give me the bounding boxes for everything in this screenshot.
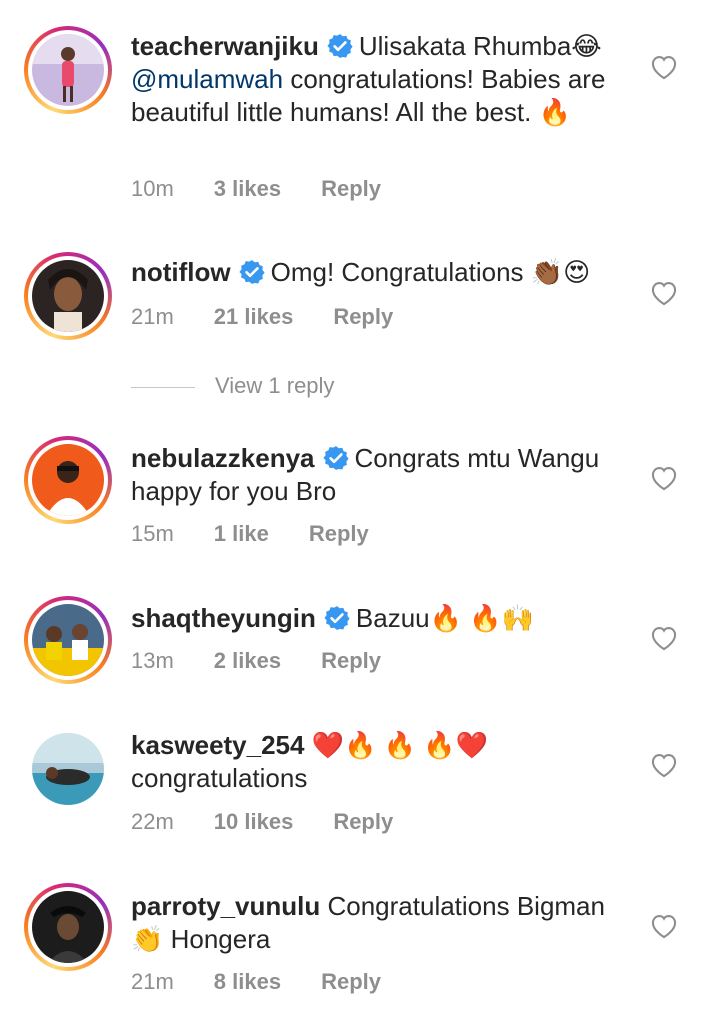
likes-count[interactable]: 1 like [214,521,269,547]
avatar [32,891,104,963]
view-replies-button[interactable]: View 1 reply [131,373,334,399]
comment-text: Ulisakata Rhumba😂 [358,31,602,61]
reply-button[interactable]: Reply [333,809,393,835]
avatar-story-ring[interactable] [24,26,112,114]
verified-badge-icon [322,445,349,471]
likes-count[interactable]: 3 likes [214,176,281,202]
avatar-story-ring[interactable] [24,883,112,971]
avatar-story-ring[interactable] [24,436,112,524]
comment-time: 15m [131,521,174,546]
username[interactable]: kasweety_254 [131,730,304,760]
reply-button[interactable]: Reply [309,521,369,547]
username[interactable]: notiflow [131,257,231,287]
likes-count[interactable]: 21 likes [214,304,294,330]
comment-time: 21m [131,304,174,329]
comment-time: 10m [131,176,174,201]
heart-icon[interactable] [650,625,678,651]
username[interactable]: shaqtheyungin [131,603,316,633]
heart-icon[interactable] [650,465,678,491]
avatar[interactable] [32,733,104,805]
avatar [32,260,104,332]
likes-count[interactable]: 10 likes [214,809,294,835]
avatar [32,604,104,676]
username[interactable]: teacherwanjiku [131,31,319,61]
comment-time: 13m [131,648,174,673]
username[interactable]: nebulazzkenya [131,443,315,473]
divider-line [131,386,195,388]
verified-badge-icon [324,605,350,631]
likes-count[interactable]: 2 likes [214,648,281,674]
avatar [32,34,104,106]
mention-link[interactable]: @mulamwah [131,64,283,94]
comment-time: 22m [131,809,174,834]
comment-text: Omg! Congratulations 👏🏾😍 [270,257,591,287]
heart-icon[interactable] [650,54,678,80]
username[interactable]: parroty_vunulu [131,891,320,921]
view-replies-label: View 1 reply [215,373,335,398]
reply-button[interactable]: Reply [321,969,381,995]
avatar [32,444,104,516]
avatar-story-ring[interactable] [24,596,112,684]
heart-icon[interactable] [650,913,678,939]
comment-text: Bazuu🔥 🔥🙌 [355,603,534,633]
reply-button[interactable]: Reply [333,304,393,330]
reply-button[interactable]: Reply [321,648,381,674]
reply-button[interactable]: Reply [321,176,381,202]
comment-time: 21m [131,969,174,994]
heart-icon[interactable] [650,280,678,306]
heart-icon[interactable] [650,752,678,778]
likes-count[interactable]: 8 likes [214,969,281,995]
avatar-story-ring[interactable] [24,252,112,340]
verified-badge-icon [327,33,353,59]
verified-badge-icon [239,259,265,285]
